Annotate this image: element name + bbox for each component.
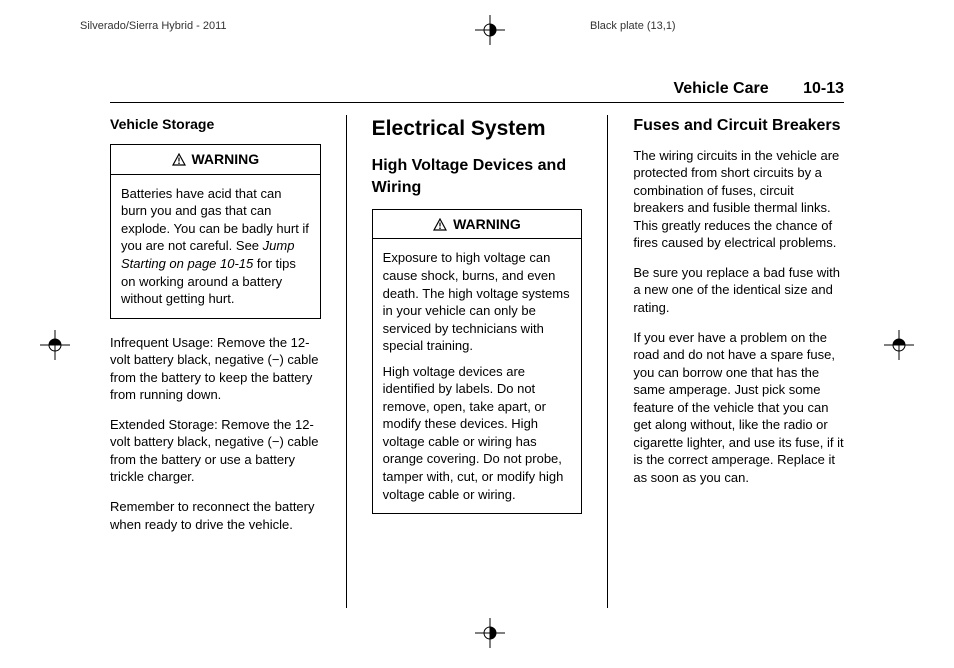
- reconnect-text: Remember to reconnect the battery when r…: [110, 498, 321, 533]
- warning-label: WARNING: [453, 216, 521, 232]
- fuses-p3: If you ever have a problem on the road a…: [633, 329, 844, 487]
- fuses-heading: Fuses and Circuit Breakers: [633, 115, 844, 137]
- section-title: Vehicle Care: [673, 80, 768, 97]
- column-2: Electrical System High Voltage Devices a…: [372, 115, 583, 608]
- content-area: Vehicle Storage WARNING Batteries have a…: [110, 115, 844, 608]
- plate-info: Black plate (13,1): [590, 20, 676, 32]
- section-header: Vehicle Care 10-13: [110, 80, 844, 103]
- fuses-p2: Be sure you replace a bad fuse with a ne…: [633, 264, 844, 317]
- column-3: Fuses and Circuit Breakers The wiring ci…: [633, 115, 844, 608]
- electrical-system-heading: Electrical System: [372, 115, 583, 143]
- warning-body: Exposure to high voltage can cause shock…: [373, 239, 582, 513]
- warning-box-voltage: WARNING Exposure to high voltage can cau…: [372, 209, 583, 515]
- vehicle-storage-heading: Vehicle Storage: [110, 115, 321, 134]
- warning-body: Batteries have acid that can burn you an…: [111, 175, 320, 318]
- crop-mark-right-icon: [884, 330, 914, 360]
- crop-mark-bottom-icon: [475, 618, 505, 648]
- manual-title: Silverado/Sierra Hybrid - 2011: [80, 20, 227, 32]
- warning-header: WARNING: [373, 210, 582, 240]
- infrequent-usage-text: Infrequent Usage: Remove the 12-volt bat…: [110, 334, 321, 404]
- warning-label: WARNING: [191, 151, 259, 167]
- warning-box-storage: WARNING Batteries have acid that can bur…: [110, 144, 321, 319]
- extended-storage-text: Extended Storage: Remove the 12-volt bat…: [110, 416, 321, 486]
- warning-triangle-icon: [433, 216, 451, 232]
- column-divider-2: [607, 115, 608, 608]
- warning-voltage-p1: Exposure to high voltage can cause shock…: [383, 249, 572, 354]
- crop-mark-left-icon: [40, 330, 70, 360]
- warning-header: WARNING: [111, 145, 320, 175]
- crop-mark-top-icon: [475, 15, 505, 45]
- warning-voltage-p2: High voltage devices are identified by l…: [383, 363, 572, 503]
- column-divider-1: [346, 115, 347, 608]
- warning-triangle-icon: [172, 151, 190, 167]
- fuses-p1: The wiring circuits in the vehicle are p…: [633, 147, 844, 252]
- column-1: Vehicle Storage WARNING Batteries have a…: [110, 115, 321, 608]
- section-number: 10-13: [803, 80, 844, 97]
- high-voltage-heading: High Voltage Devices and Wiring: [372, 155, 583, 198]
